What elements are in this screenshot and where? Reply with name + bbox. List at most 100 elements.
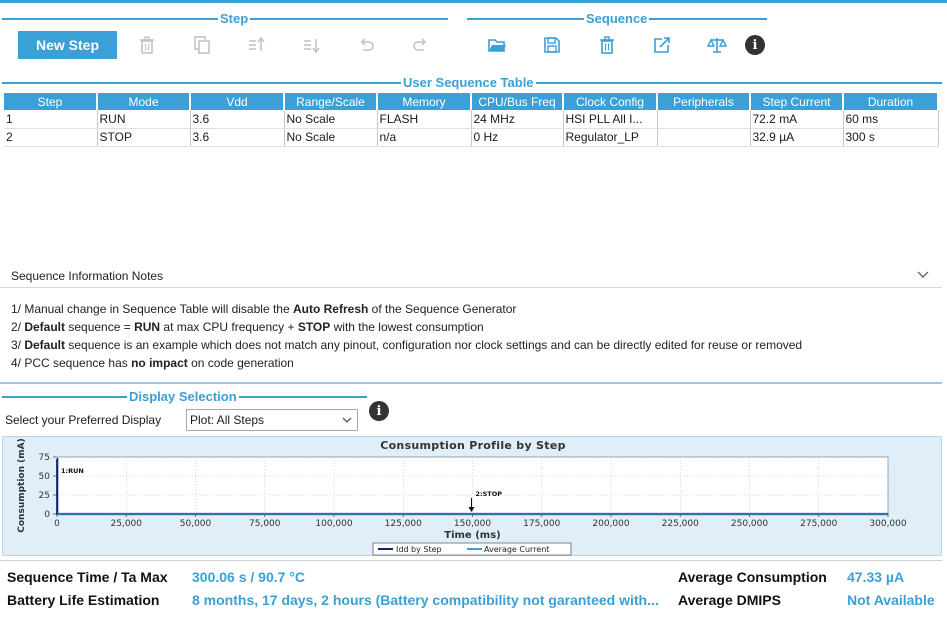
average-dmips-value: Not Available xyxy=(847,592,935,608)
export-icon[interactable] xyxy=(651,34,673,56)
col-cpu-bus-freq[interactable]: CPU/Bus Freq xyxy=(471,93,564,110)
display-select-value: Plot: All Steps xyxy=(190,413,265,427)
y-axis-label: Consumption (mA) xyxy=(17,438,27,532)
sequence-time-label: Sequence Time / Ta Max xyxy=(7,569,168,585)
x-tick-label: 125,000 xyxy=(385,519,422,529)
y-tick-label: 50 xyxy=(39,472,51,482)
display-select[interactable]: Plot: All Steps xyxy=(186,409,358,431)
table-section-title: User Sequence Table xyxy=(401,75,536,90)
cell-step-current[interactable]: 72.2 mA xyxy=(750,110,844,129)
consumption-chart: 0 25 50 75 0 25,000 50,000 75,000 100,000 125,000… xyxy=(17,438,907,556)
average-consumption-value: 47.33 µA xyxy=(847,569,905,585)
duplicate-step-icon[interactable] xyxy=(191,34,213,56)
x-tick-label: 175,000 xyxy=(523,519,560,529)
x-tick-label: 25,000 xyxy=(111,519,143,529)
col-duration[interactable]: Duration xyxy=(843,93,939,110)
notes-accordion-header[interactable]: Sequence Information Notes xyxy=(0,265,942,288)
cell-mode[interactable]: RUN xyxy=(97,110,191,129)
average-dmips-label: Average DMIPS xyxy=(678,592,781,608)
cell-memory[interactable]: n/a xyxy=(377,128,472,147)
save-icon[interactable] xyxy=(541,34,563,56)
delete-sequence-icon[interactable] xyxy=(596,34,618,56)
col-clock-config[interactable]: Clock Config xyxy=(563,93,658,110)
average-consumption-label: Average Consumption xyxy=(678,569,827,585)
x-tick-label: 100,000 xyxy=(315,519,352,529)
y-tick-label: 25 xyxy=(39,491,50,501)
delete-step-icon[interactable] xyxy=(136,34,158,56)
col-memory[interactable]: Memory xyxy=(377,93,472,110)
x-tick-label: 0 xyxy=(54,519,60,529)
note-line-3: 3/ Default sequence is an example which … xyxy=(11,338,803,352)
battery-life-label: Battery Life Estimation xyxy=(7,592,160,608)
legend-label-idd: Idd by Step xyxy=(396,545,442,554)
x-tick-label: 75,000 xyxy=(249,519,281,529)
sequence-section-header: Sequence xyxy=(467,11,767,26)
x-tick-label: 225,000 xyxy=(662,519,699,529)
annotation-stop: 2:STOP xyxy=(476,490,503,498)
notes-title: Sequence Information Notes xyxy=(11,269,164,283)
chevron-down-icon xyxy=(342,417,352,423)
move-step-down-icon[interactable] xyxy=(300,34,322,56)
cell-step[interactable]: 1 xyxy=(4,110,98,129)
sequence-info-icon[interactable]: i xyxy=(745,35,765,55)
cell-range-scale[interactable]: No Scale xyxy=(284,110,378,129)
display-section-header: Display Selection xyxy=(2,389,367,404)
cell-duration[interactable]: 300 s xyxy=(843,128,939,147)
col-range-scale[interactable]: Range/Scale xyxy=(284,93,378,110)
cell-clock-config[interactable]: HSI PLL All I... xyxy=(563,110,658,129)
notes-body: 1/ Manual change in Sequence Table will … xyxy=(11,300,931,372)
table-row[interactable]: 1 RUN 3.6 No Scale FLASH 24 MHz HSI PLL … xyxy=(4,110,939,129)
table-row[interactable]: 2 STOP 3.6 No Scale n/a 0 Hz Regulator_L… xyxy=(4,128,939,147)
cell-duration[interactable]: 60 ms xyxy=(843,110,939,129)
section-divider xyxy=(0,382,942,384)
cell-memory[interactable]: FLASH xyxy=(377,110,472,129)
x-axis-label: Time (ms) xyxy=(444,530,500,541)
x-tick-label: 150,000 xyxy=(454,519,491,529)
preferred-display-label: Select your Preferred Display xyxy=(5,413,162,427)
col-vdd[interactable]: Vdd xyxy=(190,93,285,110)
cell-peripherals[interactable] xyxy=(657,110,751,129)
battery-life-value: 8 months, 17 days, 2 hours (Battery comp… xyxy=(192,592,659,608)
cell-range-scale[interactable]: No Scale xyxy=(284,128,378,147)
y-tick-label: 75 xyxy=(39,453,50,463)
summary-stats: Sequence Time / Ta Max 300.06 s / 90.7 °… xyxy=(0,560,942,612)
cell-step[interactable]: 2 xyxy=(4,128,98,147)
consumption-plot-panel: Consumption Profile by Step 0 25 50 75 0 25,0… xyxy=(2,436,942,556)
note-line-1: 1/ Manual change in Sequence Table will … xyxy=(11,302,517,316)
cell-step-current[interactable]: 32.9 µA xyxy=(750,128,844,147)
display-info-icon[interactable]: i xyxy=(369,401,389,421)
cell-cpu-bus-freq[interactable]: 0 Hz xyxy=(471,128,564,147)
new-step-button[interactable]: New Step xyxy=(18,31,117,59)
sequence-section-title: Sequence xyxy=(584,11,650,26)
cell-clock-config[interactable]: Regulator_LP xyxy=(563,128,658,147)
undo-icon[interactable] xyxy=(355,34,377,56)
cell-cpu-bus-freq[interactable]: 24 MHz xyxy=(471,110,564,129)
cell-mode[interactable]: STOP xyxy=(97,128,191,147)
chevron-down-icon[interactable] xyxy=(916,267,930,281)
y-tick-label: 0 xyxy=(44,510,50,520)
top-accent-line xyxy=(0,0,947,3)
cell-vdd[interactable]: 3.6 xyxy=(190,128,285,147)
legend-label-average: Average Current xyxy=(484,545,549,554)
open-folder-icon[interactable] xyxy=(486,34,508,56)
cell-peripherals[interactable] xyxy=(657,128,751,147)
cell-vdd[interactable]: 3.6 xyxy=(190,110,285,129)
col-step[interactable]: Step xyxy=(4,93,98,110)
display-section-title: Display Selection xyxy=(127,389,239,404)
x-tick-label: 50,000 xyxy=(180,519,212,529)
move-step-up-icon[interactable] xyxy=(245,34,267,56)
col-peripherals[interactable]: Peripherals xyxy=(657,93,751,110)
redo-icon[interactable] xyxy=(410,34,432,56)
x-tick-label: 300,000 xyxy=(869,519,906,529)
user-sequence-table: Step Mode Vdd Range/Scale Memory CPU/Bus… xyxy=(4,93,939,147)
col-mode[interactable]: Mode xyxy=(97,93,191,110)
x-tick-label: 275,000 xyxy=(800,519,837,529)
step-section-header: Step xyxy=(2,11,448,26)
table-header-row: Step Mode Vdd Range/Scale Memory CPU/Bus… xyxy=(4,93,939,110)
step-section-title: Step xyxy=(218,11,251,26)
x-tick-label: 250,000 xyxy=(731,519,768,529)
col-step-current[interactable]: Step Current xyxy=(750,93,844,110)
compare-balance-icon[interactable] xyxy=(706,34,728,56)
table-section-header: User Sequence Table xyxy=(2,75,942,90)
note-line-4: 4/ PCC sequence has no impact on code ge… xyxy=(11,356,294,370)
